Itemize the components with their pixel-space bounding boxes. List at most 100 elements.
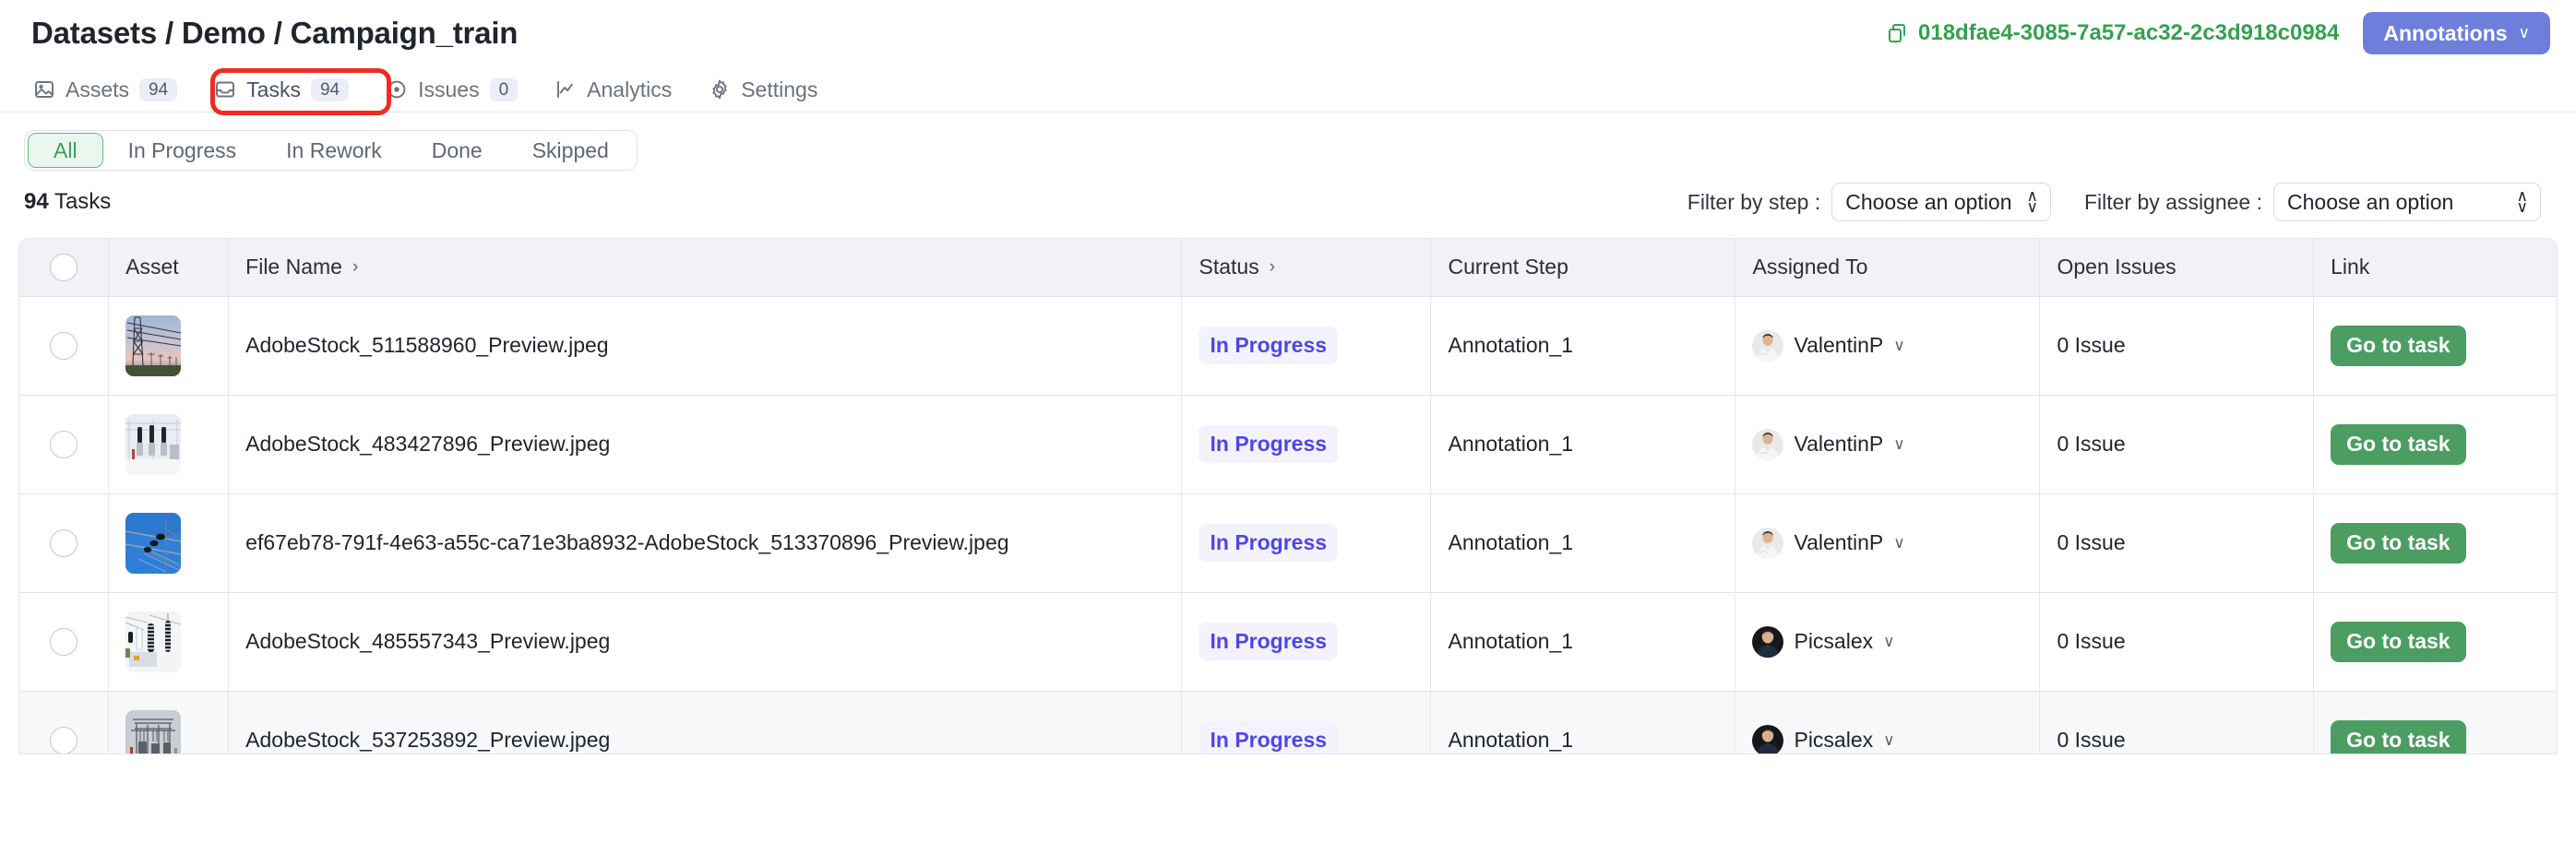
row-checkbox[interactable] — [50, 430, 78, 458]
current-step-text: Annotation_1 — [1448, 432, 1574, 456]
copy-icon — [1886, 22, 1908, 44]
assignee-selector[interactable]: ValentinP ∨ — [1752, 527, 2022, 559]
open-issues-text: 0 Issue — [2057, 432, 2126, 456]
sort-file-name[interactable]: File Name › — [245, 255, 358, 279]
task-count: 94 Tasks — [24, 189, 111, 215]
file-name-text: AdobeStock_511588960_Preview.jpeg — [245, 333, 609, 357]
target-icon — [386, 78, 408, 101]
cell-select — [19, 691, 110, 754]
annotations-button[interactable]: Annotations ∨ — [2363, 12, 2550, 54]
header-link: Link — [2313, 239, 2557, 297]
cell-link: Go to task — [2313, 592, 2557, 692]
cell-assigned-to: Picsalex ∨ — [1735, 592, 2041, 692]
go-to-task-button[interactable]: Go to task — [2331, 325, 2466, 366]
filter-by-step-value: Choose an option — [1845, 189, 2012, 214]
tab-settings[interactable]: Settings — [692, 67, 834, 112]
go-to-task-button[interactable]: Go to task — [2331, 719, 2466, 754]
cell-file-name: AdobeStock_485557343_Preview.jpeg — [228, 592, 1183, 692]
asset-thumbnail[interactable] — [125, 512, 182, 574]
asset-thumbnail[interactable] — [125, 611, 182, 672]
chevron-right-icon: › — [1269, 256, 1276, 277]
assignee-name: Picsalex — [1794, 629, 1874, 653]
header-select-all — [19, 239, 110, 297]
status-filter-done[interactable]: Done — [407, 133, 507, 168]
chevron-down-icon: ∨ — [1883, 730, 1895, 749]
go-to-task-button[interactable]: Go to task — [2331, 522, 2466, 564]
row-checkbox[interactable] — [50, 627, 78, 656]
status-filter-in-progress[interactable]: In Progress — [103, 133, 262, 168]
tab-analytics[interactable]: Analytics — [538, 67, 688, 112]
file-name-text: AdobeStock_485557343_Preview.jpeg — [245, 629, 611, 653]
table-row[interactable]: AdobeStock_485557343_Preview.jpeg In Prog… — [19, 592, 2557, 692]
dataset-id-copy[interactable]: 018dfae4-3085-7a57-ac32-2c3d918c0984 — [1886, 20, 2339, 46]
assignee-selector[interactable]: Picsalex ∨ — [1752, 625, 2022, 658]
cell-select — [19, 395, 110, 494]
asset-thumbnail[interactable] — [125, 315, 182, 376]
avatar — [1752, 724, 1784, 754]
avatar — [1752, 527, 1784, 559]
cell-link: Go to task — [2313, 691, 2557, 754]
current-step-text: Annotation_1 — [1448, 629, 1574, 653]
table-row[interactable]: AdobeStock_537253892_Preview.jpeg In Prog… — [19, 691, 2557, 754]
row-checkbox[interactable] — [50, 528, 78, 557]
assignee-selector[interactable]: ValentinP ∨ — [1752, 329, 2022, 362]
breadcrumb: Datasets / Demo / Campaign_train — [31, 16, 519, 50]
asset-thumbnail[interactable] — [125, 413, 182, 475]
table-toolbar: 94 Tasks Filter by step : Choose an opti… — [0, 171, 2576, 232]
assignee-selector[interactable]: Picsalex ∨ — [1752, 724, 2022, 754]
tab-issues[interactable]: Issues 0 — [369, 67, 534, 112]
header-status[interactable]: Status › — [1181, 239, 1432, 297]
open-issues-text: 0 Issue — [2057, 728, 2126, 752]
status-badge: In Progress — [1199, 721, 1339, 754]
table-row[interactable]: AdobeStock_483427896_Preview.jpeg In Prog… — [19, 395, 2557, 494]
filter-by-assignee-label: Filter by assignee : — [2083, 189, 2262, 214]
table-row[interactable]: ef67eb78-791f-4e63-a55c-ca71e3ba8932-Ado… — [19, 493, 2557, 593]
cell-asset — [108, 691, 230, 754]
cell-link: Go to task — [2313, 395, 2557, 494]
avatar — [1752, 625, 1784, 658]
go-to-task-button[interactable]: Go to task — [2331, 423, 2466, 465]
table-row[interactable]: AdobeStock_511588960_Preview.jpeg In Prog… — [19, 296, 2557, 396]
open-issues-text: 0 Issue — [2057, 530, 2126, 554]
cell-status: In Progress — [1181, 592, 1432, 692]
cell-assigned-to: Picsalex ∨ — [1735, 691, 2041, 754]
header-current-step: Current Step — [1430, 239, 1736, 297]
cell-select — [19, 493, 110, 593]
status-filter-in-rework[interactable]: In Rework — [261, 133, 407, 168]
tab-issues-label: Issues — [418, 77, 480, 101]
assignee-selector[interactable]: ValentinP ∨ — [1752, 428, 2022, 460]
chevron-down-icon: ∨ — [1883, 632, 1895, 650]
go-to-task-button[interactable]: Go to task — [2331, 621, 2466, 662]
header-assigned-to: Assigned To — [1735, 239, 2041, 297]
header-file-name[interactable]: File Name › — [228, 239, 1183, 297]
chevron-updown-icon: ∧ ∨ — [2026, 186, 2038, 216]
cell-asset — [108, 493, 230, 593]
assignee-name: ValentinP — [1794, 530, 1884, 554]
filter-by-assignee-select[interactable]: Choose an option ∧ ∨ — [2273, 183, 2541, 221]
tab-issues-count: 0 — [489, 77, 519, 101]
table-head: Asset File Name › Status › Current Step … — [19, 239, 2557, 297]
open-issues-text: 0 Issue — [2057, 629, 2126, 653]
filter-by-step-select[interactable]: Choose an option ∧ ∨ — [1831, 183, 2051, 221]
filter-by-step-label: Filter by step : — [1687, 189, 1821, 214]
cell-open-issues: 0 Issue — [2039, 592, 2315, 692]
asset-thumbnail[interactable] — [125, 709, 182, 754]
assignee-name: Picsalex — [1794, 728, 1874, 752]
row-checkbox[interactable] — [50, 331, 78, 360]
chevron-down-icon: ∨ — [1893, 336, 1905, 354]
select-all-checkbox[interactable] — [50, 253, 78, 281]
status-filter-all[interactable]: All — [28, 133, 103, 168]
sort-status[interactable]: Status › — [1199, 255, 1275, 279]
row-checkbox[interactable] — [50, 726, 78, 754]
tab-tasks[interactable]: Tasks 94 — [197, 67, 365, 112]
current-step-text: Annotation_1 — [1448, 530, 1574, 554]
status-badge: In Progress — [1199, 327, 1339, 364]
cell-select — [19, 592, 110, 692]
cell-file-name: AdobeStock_511588960_Preview.jpeg — [228, 296, 1183, 396]
tab-assets[interactable]: Assets 94 — [17, 67, 194, 112]
status-badge: In Progress — [1199, 425, 1339, 463]
table-body: AdobeStock_511588960_Preview.jpeg In Prog… — [19, 296, 2557, 754]
status-filter-skipped[interactable]: Skipped — [507, 133, 634, 168]
file-name-text: ef67eb78-791f-4e63-a55c-ca71e3ba8932-Ado… — [245, 530, 1009, 554]
cell-link: Go to task — [2313, 296, 2557, 396]
